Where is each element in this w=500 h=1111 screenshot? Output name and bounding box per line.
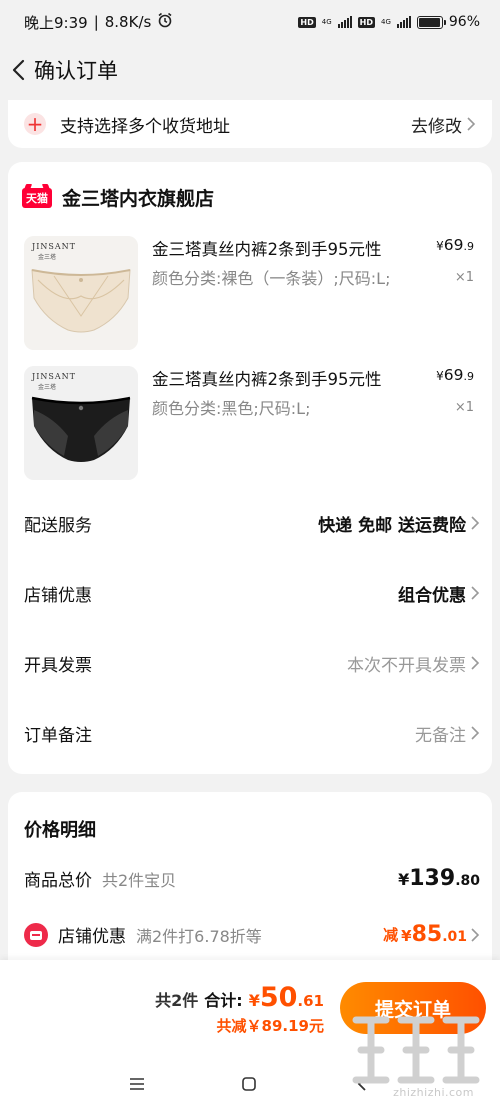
chevron-right-icon [471,656,480,670]
product-price: ¥69.9 [436,236,474,254]
chevron-right-icon [471,726,480,740]
price-row-discount[interactable]: 店铺优惠 满2件打6.78折等 减 ¥85.01 [24,922,480,947]
network-label: 4G [321,17,332,26]
address-tip-text: 支持选择多个收货地址 [60,116,230,137]
row-label: 店铺优惠 [24,585,92,606]
product-item[interactable]: JINSANT 金三塔 金三塔真丝内裤2条到手95元性 颜色分类:裸色（一条装）… [22,236,482,352]
discount-label: 店铺优惠 [58,927,126,947]
back-icon[interactable] [350,1072,374,1096]
store-header[interactable]: 天猫 金三塔内衣旗舰店 [22,184,214,211]
battery-text: 96% [448,14,480,30]
status-time: 晚上9:39 [24,13,88,32]
tmall-logo: 天猫 [22,187,52,208]
address-edit-link[interactable]: 去修改 [411,112,476,137]
price-row-total: 商品总价 共2件宝贝 ¥139.80 [24,866,480,891]
product-image[interactable]: JINSANT 金三塔 [24,236,138,350]
store-card: 天猫 金三塔内衣旗舰店 JINSANT 金三塔 金三塔真丝内裤2条到手95元性 … [8,162,492,774]
status-net-speed: 8.8K/s [104,13,152,31]
product-title: 金三塔真丝内裤2条到手95元性 [152,370,382,389]
row-value: 本次不开具发票 [347,651,480,676]
thumb-brand-sub: 金三塔 [38,384,57,391]
address-edit-label: 去修改 [411,116,462,137]
system-nav-bar [0,1054,500,1111]
product-price: ¥69.9 [436,366,474,384]
total-label: 合计: [204,991,243,1010]
back-arrow-icon[interactable] [6,54,30,86]
hd-badge-2: HD [357,16,375,28]
total-sub: 共2件宝贝 [102,870,177,890]
battery-icon [416,15,446,29]
pay-amount: ¥50.61 [248,982,324,1013]
order-summary: 共2件 合计: ¥50.61 共减￥89.19元 [155,982,324,1036]
row-value: 快递 免邮 送运费险 [318,511,480,536]
submit-order-button[interactable]: 提交订单 [340,982,486,1034]
saved-amount: 共减￥89.19元 [216,1017,324,1035]
row-label: 配送服务 [24,515,92,536]
row-invoice[interactable]: 开具发票 本次不开具发票 [24,648,480,678]
shop-icon [24,922,48,947]
product-qty: ×1 [454,270,474,285]
product-spec: 颜色分类:裸色（一条装）;尺码:L; [152,269,391,288]
discount-amount: 减 ¥85.01 [383,922,480,947]
discount-sub: 满2件打6.78折等 [136,926,262,946]
address-tip[interactable]: + 支持选择多个收货地址 去修改 [8,100,492,148]
chevron-right-icon [471,927,480,942]
battery-fill [418,17,440,27]
chevron-right-icon [471,586,480,600]
chevron-right-icon [471,516,480,530]
nav-bar: 确认订单 [0,46,500,94]
row-note[interactable]: 订单备注 无备注 [24,718,480,748]
row-store-discount[interactable]: 店铺优惠 组合优惠 [24,578,480,608]
alarm-icon [157,12,173,32]
product-item[interactable]: JINSANT 金三塔 金三塔真丝内裤2条到手95元性 颜色分类:黑色;尺码:L… [22,366,482,482]
status-separator: | [93,13,99,31]
status-left: 晚上9:39 | 8.8K/s [24,12,173,33]
total-label: 商品总价 [24,871,92,891]
item-count: 共2件 [155,991,199,1010]
row-value: 无备注 [415,721,480,746]
row-label: 订单备注 [24,725,92,746]
page-title: 确认订单 [34,59,118,83]
total-amount: ¥139.80 [398,866,480,891]
thumb-brand: JINSANT [32,372,76,381]
thumb-brand-sub: 金三塔 [38,254,57,261]
row-delivery[interactable]: 配送服务 快递 免邮 送运费险 [24,508,480,538]
row-label: 开具发票 [24,655,92,676]
row-value: 组合优惠 [398,581,480,606]
store-name: 金三塔内衣旗舰店 [62,188,215,210]
price-detail-title: 价格明细 [24,820,96,841]
hd-badge: HD [298,16,316,28]
watermark-text: zhizhizhi.com [393,1086,474,1099]
signal-icon-2 [396,16,411,28]
product-qty: ×1 [454,400,474,415]
bottom-bar: 共2件 合计: ¥50.61 共减￥89.19元 提交订单 [0,960,500,1054]
status-right: HD 4G HD 4G 96% [298,14,480,30]
status-bar: 晚上9:39 | 8.8K/s HD 4G HD 4G 96% [0,0,500,44]
product-image[interactable]: JINSANT 金三塔 [24,366,138,480]
signal-icon [337,16,352,28]
chevron-right-icon [467,117,476,131]
product-spec: 颜色分类:黑色;尺码:L; [152,399,311,418]
home-icon[interactable] [237,1072,261,1096]
product-title: 金三塔真丝内裤2条到手95元性 [152,240,382,259]
network-label-2: 4G [380,17,391,26]
plus-icon: + [24,113,46,135]
thumb-brand: JINSANT [32,242,76,251]
menu-icon[interactable] [125,1072,149,1096]
